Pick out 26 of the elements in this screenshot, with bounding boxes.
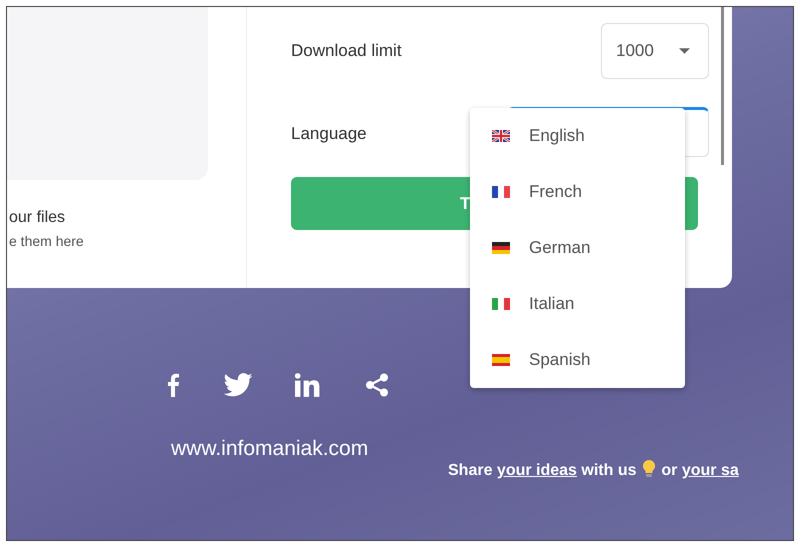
linkedin-icon[interactable] <box>295 373 321 397</box>
flag-icon <box>492 130 510 142</box>
feedback-link[interactable]: your ideas <box>496 462 577 479</box>
language-option[interactable]: German <box>470 220 685 276</box>
facebook-icon[interactable] <box>167 373 179 397</box>
feedback-link[interactable]: your sa <box>682 462 739 479</box>
scrollbar[interactable] <box>721 7 724 165</box>
language-option[interactable]: Spanish <box>470 332 685 388</box>
flag-icon <box>492 242 510 254</box>
flag-icon <box>492 354 510 366</box>
language-option[interactable]: Italian <box>470 276 685 332</box>
upload-title: our files <box>8 209 66 227</box>
light-bulb-icon <box>642 460 655 478</box>
website-link[interactable]: www.infomaniak.com <box>171 437 368 461</box>
language-option[interactable]: French <box>470 164 685 220</box>
upload-subtitle: e them here <box>8 233 85 249</box>
flag-icon <box>492 298 510 310</box>
feedback-message: Share your ideas with us or your sa <box>448 460 739 480</box>
setting-label: Language <box>291 124 367 144</box>
setting-label: Download limit <box>291 41 402 61</box>
twitter-icon[interactable] <box>223 373 253 397</box>
language-option[interactable]: English <box>470 108 685 164</box>
caret-icon <box>679 48 690 54</box>
flag-icon <box>492 186 510 198</box>
select-field[interactable]: 1000 <box>601 23 709 79</box>
share-icon[interactable] <box>365 373 389 397</box>
